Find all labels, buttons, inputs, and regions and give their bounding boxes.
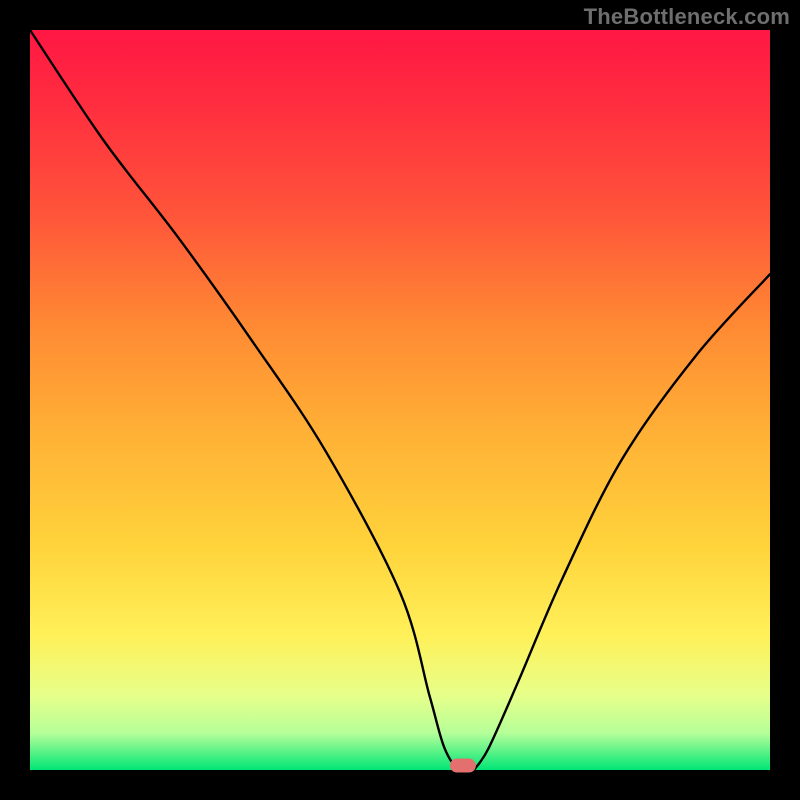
chart-stage: TheBottleneck.com [0,0,800,800]
optimal-marker [450,759,476,773]
watermark-text: TheBottleneck.com [584,4,790,30]
bottleneck-chart [0,0,800,800]
gradient-background [30,30,770,770]
